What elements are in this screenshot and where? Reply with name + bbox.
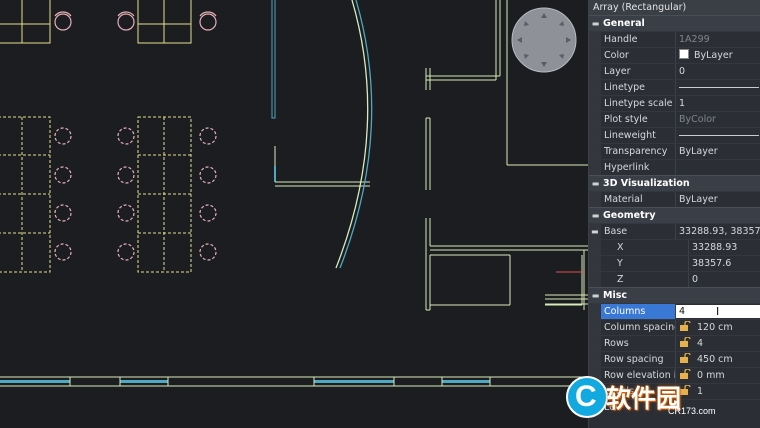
section-label: Geometry	[603, 210, 656, 221]
prop-transparency[interactable]: Transparency ByLayer	[589, 143, 760, 159]
prop-linetype-scale[interactable]: Linetype scale 1	[589, 95, 760, 111]
prop-material[interactable]: Material ByLayer	[589, 191, 760, 207]
prop-column-spacing[interactable]: Column spacing 120 cm	[589, 319, 760, 335]
drawing-canvas[interactable]	[0, 0, 588, 428]
section-label: Misc	[603, 290, 627, 301]
prop-base-x[interactable]: X 33288.93	[589, 239, 760, 255]
prop-lineweight[interactable]: LineweightB	[589, 127, 760, 143]
section-label: General	[603, 18, 645, 29]
collapse-icon[interactable]: ▬	[591, 16, 600, 31]
section-geometry[interactable]: ▬ Geometry	[589, 207, 760, 223]
lock-open-icon[interactable]	[679, 353, 691, 363]
section-general[interactable]: ▬ General	[589, 15, 760, 31]
prop-handle[interactable]: Handle 1A299	[589, 31, 760, 47]
linetype-preview-icon	[679, 87, 759, 88]
prop-layer[interactable]: Layer 0	[589, 63, 760, 79]
prop-hyperlink[interactable]: Hyperlink	[589, 159, 760, 175]
logo-circle-icon: C	[566, 376, 608, 418]
section-3d-visualization[interactable]: ▬ 3D Visualization	[589, 175, 760, 191]
lock-open-icon[interactable]	[679, 337, 691, 347]
prop-linetype[interactable]: LinetypeB	[589, 79, 760, 95]
expand-minus-icon[interactable]: ▬	[589, 227, 599, 236]
app-window: Array (Rectangular) ▬ General Handle 1A299…	[0, 0, 760, 428]
prop-row-spacing[interactable]: Row spacing 450 cm	[589, 351, 760, 367]
entity-type-selector[interactable]: Array (Rectangular)	[589, 0, 760, 15]
prop-base[interactable]: ▬Base33288.93, 38357.6, 0	[589, 223, 760, 239]
prop-color[interactable]: Color ByLayer	[589, 47, 760, 63]
collapse-icon[interactable]: ▬	[591, 288, 600, 303]
color-swatch-icon	[679, 49, 689, 59]
prop-base-z[interactable]: Z0	[589, 271, 760, 287]
prop-columns[interactable]: Columns 4 I	[589, 303, 760, 319]
watermark-logo: C 软件园 CR173.com	[566, 376, 740, 418]
lock-open-icon[interactable]	[679, 321, 691, 331]
section-label: 3D Visualization	[603, 178, 690, 189]
logo-url: CR173.com	[668, 406, 716, 416]
prop-plot-style[interactable]: Plot style ByColor	[589, 111, 760, 127]
lineweight-preview-icon	[679, 135, 759, 136]
properties-panel: Array (Rectangular) ▬ General Handle 1A299…	[588, 0, 760, 428]
collapse-icon[interactable]: ▬	[591, 176, 600, 191]
prop-base-y[interactable]: Y 38357.6	[589, 255, 760, 271]
columns-input[interactable]: 4I	[676, 305, 760, 318]
prop-rows[interactable]: Rows 4	[589, 335, 760, 351]
collapse-icon[interactable]: ▬	[591, 208, 600, 223]
text-cursor-icon: I	[716, 305, 720, 318]
section-misc[interactable]: ▬ Misc	[589, 287, 760, 303]
round-table[interactable]	[511, 7, 577, 73]
